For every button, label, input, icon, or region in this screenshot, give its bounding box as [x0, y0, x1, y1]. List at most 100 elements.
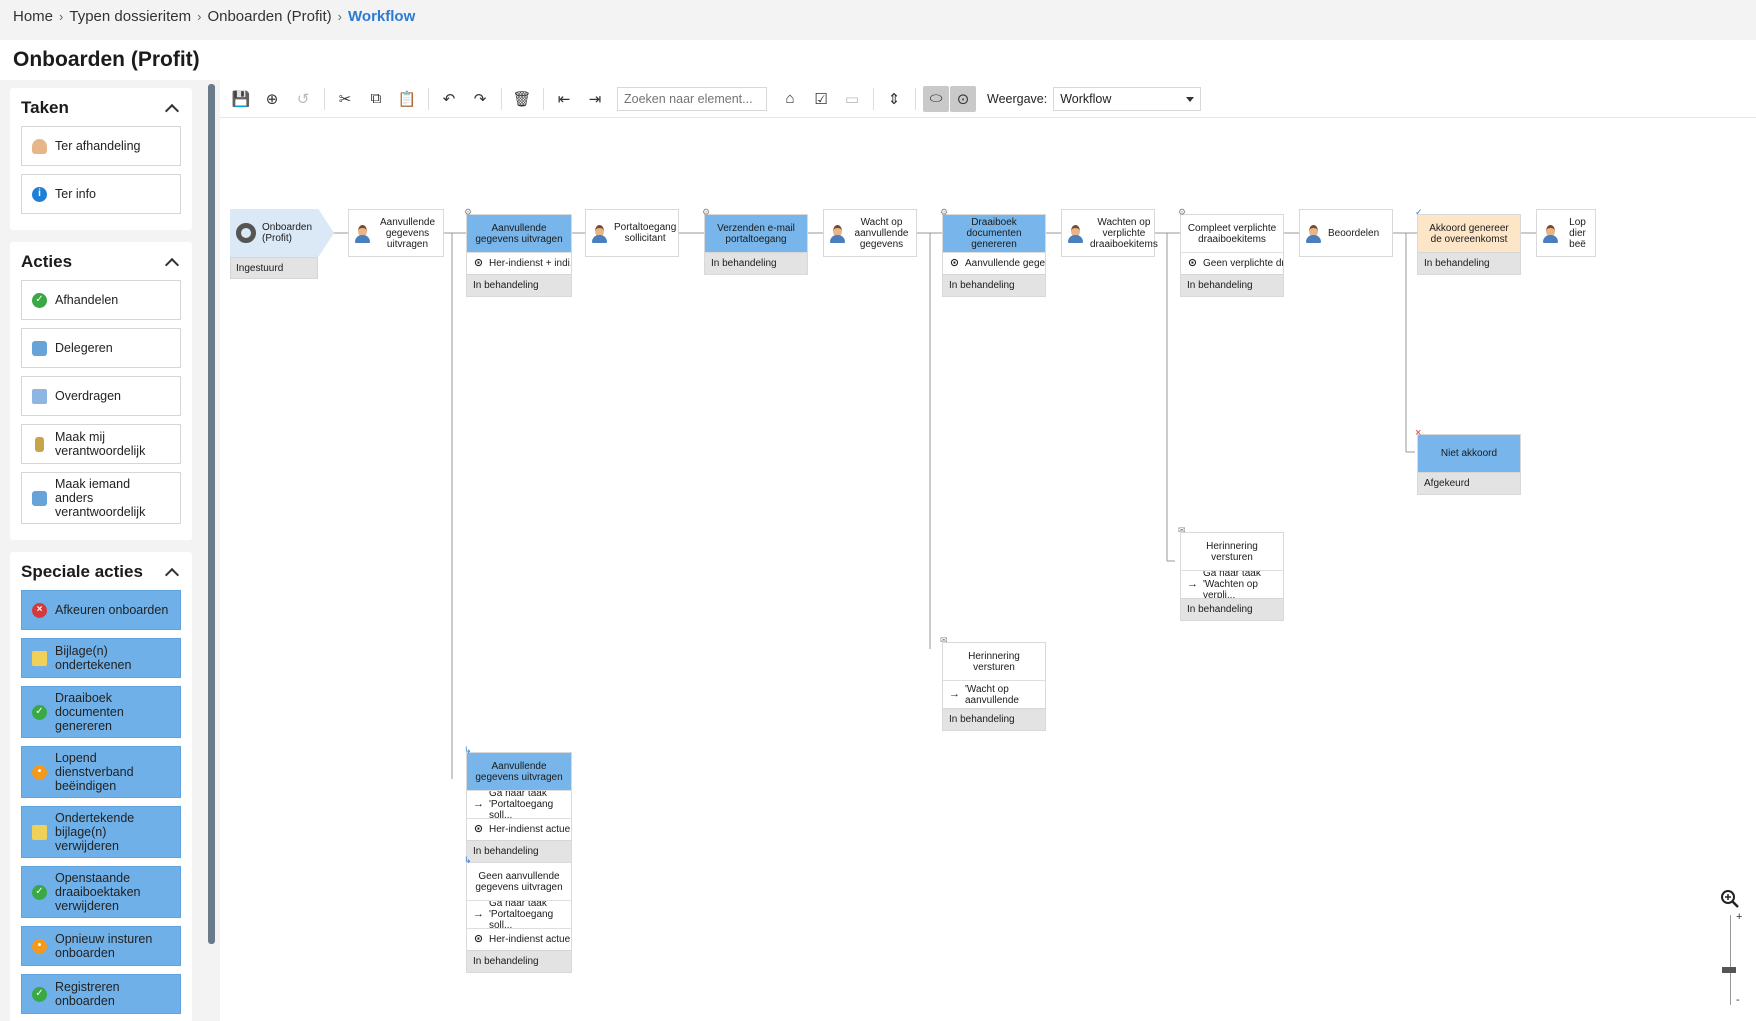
node-label: Aanvullende gegevens uitvragen [467, 215, 571, 252]
workflow-node-compleet-verplichte[interactable]: ⚙ Compleet verplichte draaiboekitems ⊙ G… [1178, 207, 1284, 297]
chevron-up-icon[interactable] [164, 567, 180, 583]
special-action-registreren-onboarden[interactable]: ✓ Registreren onboarden [21, 974, 181, 1014]
special-action-ondertekende-bijlagen-verwijderen[interactable]: Ondertekende bijlage(n) verwijderen [21, 806, 181, 858]
goto-icon: → [949, 688, 960, 700]
workflow-node-beoordelen[interactable]: Beoordelen [1299, 209, 1393, 257]
info-icon: i [32, 186, 47, 202]
special-action-label: Afkeuren onboarden [55, 603, 169, 617]
node-status: In behandeling [1181, 598, 1283, 620]
action-label: Afhandelen [55, 293, 119, 307]
workflow-node-lopend-dienstverband[interactable]: Lop dier beë [1536, 209, 1596, 257]
toolbar-divider [324, 87, 325, 110]
node-status: Afgekeurd [1418, 472, 1520, 494]
node-label: Aanvullende gegevens uitvragen [379, 216, 436, 250]
view-select[interactable]: Workflow [1053, 86, 1202, 111]
special-action-bijlagen-ondertekenen[interactable]: Bijlage(n) ondertekenen [21, 638, 181, 678]
action-overdragen[interactable]: Overdragen [21, 376, 181, 416]
publish-icon[interactable]: ⊕ [259, 86, 285, 112]
zoom-slider-handle[interactable] [1722, 967, 1736, 973]
condition-text: Her-indienst actue... [489, 934, 571, 945]
branch-icon: ↳ [464, 745, 472, 755]
workflow-start-node[interactable]: Onboarden (Profit) Ingestuurd [230, 209, 334, 279]
goto-text: Ga naar taak 'Wachten op verpli... [1203, 570, 1261, 598]
save-icon[interactable]: 💾 [228, 86, 254, 112]
redo-icon[interactable]: ↷ [467, 86, 493, 112]
add-after-icon[interactable]: ⇥ [582, 86, 608, 112]
gear-icon: ⚙ [940, 207, 949, 217]
breadcrumb-onboarden[interactable]: Onboarden (Profit) [207, 8, 331, 25]
add-before-icon[interactable]: ⇤ [551, 86, 577, 112]
folder-icon[interactable]: ▭ [839, 86, 865, 112]
panel-splitter[interactable] [208, 84, 215, 944]
zoom-slider-track[interactable] [1730, 915, 1731, 1005]
gear-icon: ⚙ [702, 207, 711, 217]
delete-icon[interactable]: 🗑 [509, 86, 535, 112]
expand-collapse-icon[interactable]: ⇕ [881, 86, 907, 112]
undo-icon[interactable]: ↶ [436, 86, 462, 112]
special-action-label: Registreren onboarden [55, 980, 120, 1008]
people-icon [32, 340, 47, 356]
special-action-openstaande-draaiboektaken-verwijderen[interactable]: ✓ Openstaande draaiboektaken verwijderen [21, 866, 181, 918]
task-ter-afhandeling[interactable]: Ter afhandeling [21, 126, 181, 166]
action-label: Maak mij verantwoordelijk [55, 430, 146, 458]
workflow-node-aanvullende-gegevens-uitvragen-branch[interactable]: ↳ Aanvullende gegevens uitvragen → Ga na… [464, 745, 572, 863]
reject-icon: × [32, 602, 47, 618]
condition-text: Her-indienst + indi... [489, 258, 571, 269]
node-label: Lop dier beë [1569, 216, 1586, 250]
gear-icon: ⚙ [1178, 207, 1187, 217]
node-label: Akkoord genereer de overeenkomst [1418, 215, 1520, 252]
chevron-up-icon[interactable] [164, 103, 180, 119]
branch-icon: ↳ [464, 855, 472, 865]
home-icon[interactable]: ⌂ [777, 86, 803, 112]
workflow-node-draaiboek-documenten[interactable]: ⚙ Draaiboek documenten genereren ⊙ Aanvu… [940, 207, 1046, 297]
node-status: In behandeling [1181, 274, 1283, 296]
workflow-node-wacht-op-gegevens[interactable]: Wacht op aanvullende gegevens [823, 209, 917, 257]
validate-icon[interactable]: ☑ [808, 86, 834, 112]
chevron-up-icon[interactable] [164, 257, 180, 273]
workflow-node-niet-akkoord[interactable]: × Niet akkoord Afgekeurd [1415, 428, 1521, 495]
sidebar: Taken Ter afhandeling i Ter info Acties … [10, 88, 192, 1021]
workflow-node-herinnering-draaiboek[interactable]: ✉ Herinnering versturen → Ga naar taak '… [1178, 525, 1284, 621]
workflow-node-wachten-verplichte[interactable]: Wachten op verplichte draaiboekitems [1061, 209, 1158, 257]
workflow-node-geen-aanvullende-gegevens[interactable]: ↳ Geen aanvullende gegevens uitvragen → … [464, 855, 572, 973]
workflow-node-aanvullende-gegevens-uitvragen[interactable]: ⚙ Aanvullende gegevens uitvragen ⊙ Her-i… [464, 207, 572, 297]
workflow-node-portaltoegang[interactable]: Portaltoegang sollicitant [585, 209, 679, 257]
view-label: Weergave: [987, 91, 1048, 106]
paste-icon[interactable]: 📋 [394, 86, 420, 112]
stop-icon: • [32, 764, 47, 780]
action-label: Overdragen [55, 389, 122, 403]
special-action-afkeuren-onboarden[interactable]: × Afkeuren onboarden [21, 590, 181, 630]
zoom-toggle-icon[interactable]: ⊙ [950, 85, 976, 112]
breadcrumb-typen-dossieritem[interactable]: Typen dossieritem [69, 8, 191, 25]
action-afhandelen[interactable]: ✓ Afhandelen [21, 280, 181, 320]
node-label: Wachten op verplichte draaiboekitems [1090, 216, 1158, 250]
search-element-input[interactable] [617, 86, 767, 111]
action-maak-mij-verantwoordelijk[interactable]: Maak mij verantwoordelijk [21, 424, 181, 464]
action-delegeren[interactable]: Delegeren [21, 328, 181, 368]
label-toggle-icon[interactable]: ⬭ [923, 85, 949, 112]
history-icon[interactable]: ↺ [290, 86, 316, 112]
special-action-opnieuw-insturen-onboarden[interactable]: • Opnieuw insturen onboarden [21, 926, 181, 966]
zoom-in-icon[interactable] [1720, 889, 1740, 909]
chevron-down-icon [1186, 96, 1195, 102]
workflow-canvas[interactable]: Onboarden (Profit) Ingestuurd Aanvullend… [220, 119, 1756, 1021]
zoom-plus-icon[interactable]: + [1736, 911, 1742, 923]
breadcrumb-home[interactable]: Home [13, 8, 53, 25]
toolbar-divider [873, 87, 874, 110]
zoom-minus-icon[interactable]: - [1736, 994, 1740, 1006]
node-status: In behandeling [943, 708, 1045, 730]
node-label: Niet akkoord [1418, 435, 1520, 472]
action-maak-iemand-anders-verantwoordelijk[interactable]: Maak iemand anders verantwoordelijk [21, 472, 181, 524]
user-icon [591, 224, 608, 243]
special-action-lopend-dienstverband-beeindigen[interactable]: • Lopend dienstverband beëindigen [21, 746, 181, 798]
special-action-draaiboek-documenten-genereren[interactable]: ✓ Draaiboek documenten genereren [21, 686, 181, 738]
task-ter-info[interactable]: i Ter info [21, 174, 181, 214]
workflow-node-aanvullende-gegevens[interactable]: Aanvullende gegevens uitvragen [348, 209, 444, 257]
copy-icon[interactable]: ⧉ [363, 86, 389, 112]
workflow-node-akkoord[interactable]: ✓ Akkoord genereer de overeenkomst In be… [1415, 207, 1521, 275]
cut-icon[interactable]: ✂ [332, 86, 358, 112]
condition-text: Geen verplichte dr... [1203, 258, 1283, 269]
workflow-node-verzenden-email[interactable]: ⚙ Verzenden e-mail portaltoegang In beha… [702, 207, 808, 275]
node-condition: ⊙ Her-indienst actue... [467, 928, 571, 950]
workflow-node-herinnering-gegevens[interactable]: ✉ Herinnering versturen → Ga naar taak '… [940, 635, 1046, 731]
